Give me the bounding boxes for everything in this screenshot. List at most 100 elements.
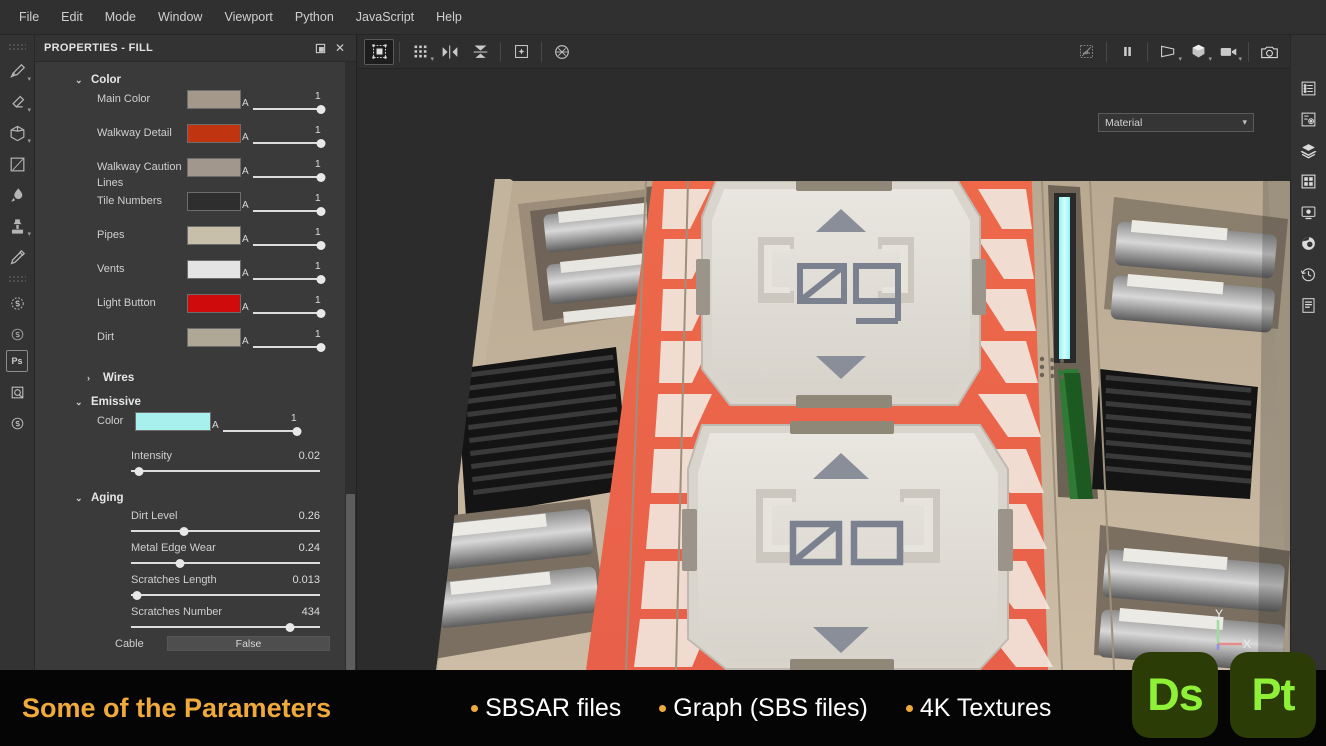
layers-list-icon[interactable] [1294, 73, 1324, 104]
slider-knob[interactable] [316, 343, 325, 352]
alpha-slider[interactable]: 1 [253, 158, 321, 178]
slider-knob[interactable] [316, 105, 325, 114]
toolbar-divider [500, 42, 501, 62]
texture-set-settings-icon[interactable] [1294, 104, 1324, 135]
substance-source-icon[interactable] [2, 319, 32, 349]
menu-item-window[interactable]: Window [147, 6, 213, 28]
menu-item-javascript[interactable]: JavaScript [345, 6, 425, 28]
layer-stack-icon[interactable] [1294, 135, 1324, 166]
projection-icon[interactable]: ▾ [2, 118, 32, 148]
color-swatch[interactable] [187, 192, 241, 211]
alpha-slider[interactable]: 1 [223, 412, 297, 432]
section-header-emissive[interactable]: ⌄ Emissive [35, 392, 344, 412]
scratches-length-slider[interactable] [131, 594, 320, 596]
alpha-slider[interactable]: 1 [253, 124, 321, 144]
close-icon[interactable]: ✕ [330, 38, 350, 58]
display-settings-icon[interactable] [1294, 197, 1324, 228]
material-selection-icon[interactable] [364, 39, 394, 65]
rail-drag-handle[interactable] [8, 43, 26, 50]
add-layer-icon[interactable] [506, 39, 536, 65]
slider-knob[interactable] [316, 275, 325, 284]
menu-item-file[interactable]: File [8, 6, 50, 28]
color-swatch[interactable] [135, 412, 211, 431]
log-icon[interactable] [1294, 290, 1324, 321]
chevron-right-icon: › [87, 373, 97, 383]
alpha-slider[interactable]: 1 [253, 294, 321, 314]
scratches-number-slider[interactable] [131, 626, 320, 628]
metal-edge-wear-slider[interactable] [131, 562, 320, 564]
shader-settings-icon[interactable] [1294, 228, 1324, 259]
smudge-icon[interactable] [2, 180, 32, 210]
color-swatch[interactable] [187, 124, 241, 143]
chevron-down-icon: ▾ [27, 231, 31, 238]
material-dropdown[interactable]: Material ▾ [1098, 113, 1254, 132]
menu-item-viewport[interactable]: Viewport [213, 6, 283, 28]
property-value: 0.24 [299, 542, 320, 554]
color-swatch[interactable] [187, 226, 241, 245]
slider-knob[interactable] [176, 559, 185, 568]
slider-knob[interactable] [292, 427, 301, 436]
menu-item-mode[interactable]: Mode [94, 6, 147, 28]
intensity-slider[interactable] [131, 470, 320, 472]
section-header-aging[interactable]: ⌄ Aging [35, 488, 344, 508]
section-header-wires[interactable]: › Wires [35, 362, 344, 392]
shading-cube-icon[interactable]: ▾ [1183, 39, 1213, 65]
slider-knob[interactable] [132, 591, 141, 600]
mirror-flip-icon[interactable] [465, 39, 495, 65]
property-value: 434 [302, 606, 320, 618]
color-swatch[interactable] [187, 294, 241, 313]
scrollbar-thumb[interactable] [346, 494, 355, 670]
menu-item-python[interactable]: Python [284, 6, 345, 28]
color-swatch[interactable] [187, 260, 241, 279]
slider-knob[interactable] [316, 309, 325, 318]
scene-render [358, 69, 1290, 670]
clone-stamp-icon[interactable]: ▾ [2, 211, 32, 241]
color-swatch[interactable] [187, 328, 241, 347]
slider-knob[interactable] [316, 207, 325, 216]
color-swatch[interactable] [187, 90, 241, 109]
perspective-icon[interactable]: ▾ [1153, 39, 1183, 65]
maximize-icon[interactable] [310, 38, 330, 58]
screenshot-icon[interactable] [1254, 39, 1284, 65]
alpha-label: A [242, 98, 249, 109]
section-label-color: Color [91, 74, 121, 86]
alpha-slider[interactable]: 1 [253, 260, 321, 280]
alpha-slider[interactable]: 1 [253, 192, 321, 212]
color-picker-icon[interactable] [2, 242, 32, 272]
slider-knob[interactable] [316, 241, 325, 250]
substance-share-icon[interactable] [2, 408, 32, 438]
pause-render-icon[interactable] [1112, 39, 1142, 65]
alpha-value: 1 [253, 192, 321, 204]
dirt-level-slider[interactable] [131, 530, 320, 532]
eraser-icon[interactable]: ▾ [2, 87, 32, 117]
camera-video-icon[interactable]: ▾ [1213, 39, 1243, 65]
paint-brush-icon[interactable]: ▾ [2, 56, 32, 86]
alpha-slider[interactable]: 1 [253, 226, 321, 246]
cable-toggle-button[interactable]: False [167, 636, 330, 651]
slider-knob[interactable] [134, 467, 143, 476]
color-swatch[interactable] [187, 158, 241, 177]
reset-rotation-icon[interactable] [547, 39, 577, 65]
grid-layout-icon[interactable]: ▾ [405, 39, 435, 65]
slider-knob[interactable] [179, 527, 188, 536]
slider-knob[interactable] [316, 139, 325, 148]
photoshop-icon[interactable]: Ps [6, 350, 28, 372]
bake-icon[interactable] [2, 377, 32, 407]
substance-designer-icon[interactable] [2, 288, 32, 318]
menu-item-edit[interactable]: Edit [50, 6, 94, 28]
slider-knob[interactable] [316, 173, 325, 182]
banner-bullet-graph: Graph (SBS files) [659, 694, 868, 723]
alpha-slider[interactable]: 1 [253, 90, 321, 110]
alpha-slider[interactable]: 1 [253, 328, 321, 348]
symmetry-icon[interactable] [435, 39, 465, 65]
history-icon[interactable] [1294, 259, 1324, 290]
properties-scrollbar[interactable] [345, 62, 356, 670]
slider-knob[interactable] [285, 623, 294, 632]
section-header-color[interactable]: ⌄ Color [35, 70, 344, 90]
hide-uv-icon[interactable] [1071, 39, 1101, 65]
polygon-fill-icon[interactable] [2, 149, 32, 179]
texture-set-list-icon[interactable] [1294, 166, 1324, 197]
alpha-value: 1 [253, 294, 321, 306]
viewport-3d-canvas[interactable]: Material ▾ Y X [358, 69, 1290, 670]
menu-item-help[interactable]: Help [425, 6, 473, 28]
